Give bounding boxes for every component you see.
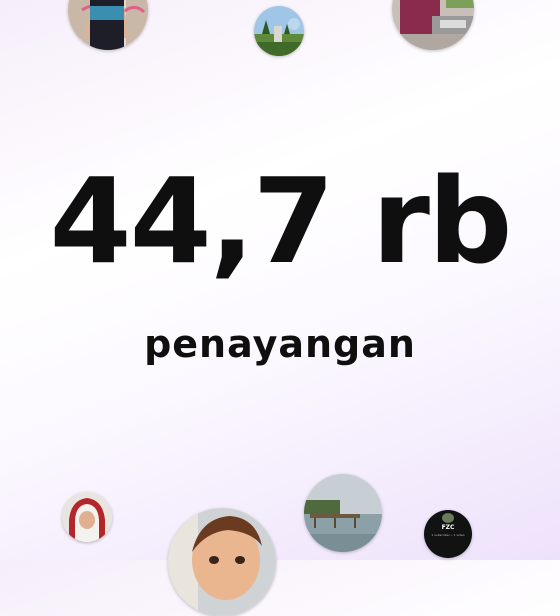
viewer-photo-1: [68, 0, 148, 50]
channel-avatar: [442, 513, 454, 523]
viewer-photo-2: [254, 6, 304, 56]
viewer-avatar-5: [168, 508, 276, 616]
viewer-photo-3: [392, 0, 474, 50]
viewer-avatar-1: [68, 0, 148, 50]
view-count-unit: penayangan: [144, 322, 416, 366]
channel-subtitle: 1 subscriber • 1 video: [431, 533, 465, 537]
channel-name: FZC: [441, 524, 455, 531]
viewer-photo-6: [304, 474, 382, 552]
viewer-avatar-2: [254, 6, 304, 56]
viewer-avatar-4: [62, 492, 112, 542]
viewer-avatar-3: [392, 0, 474, 50]
viewer-photo-5: [168, 508, 276, 616]
view-count: 44,7 rb: [49, 152, 513, 290]
viewer-avatar-6: [304, 474, 382, 552]
channel-card: FZC 1 subscriber • 1 video: [424, 510, 472, 558]
viewer-photo-4: [62, 492, 112, 542]
